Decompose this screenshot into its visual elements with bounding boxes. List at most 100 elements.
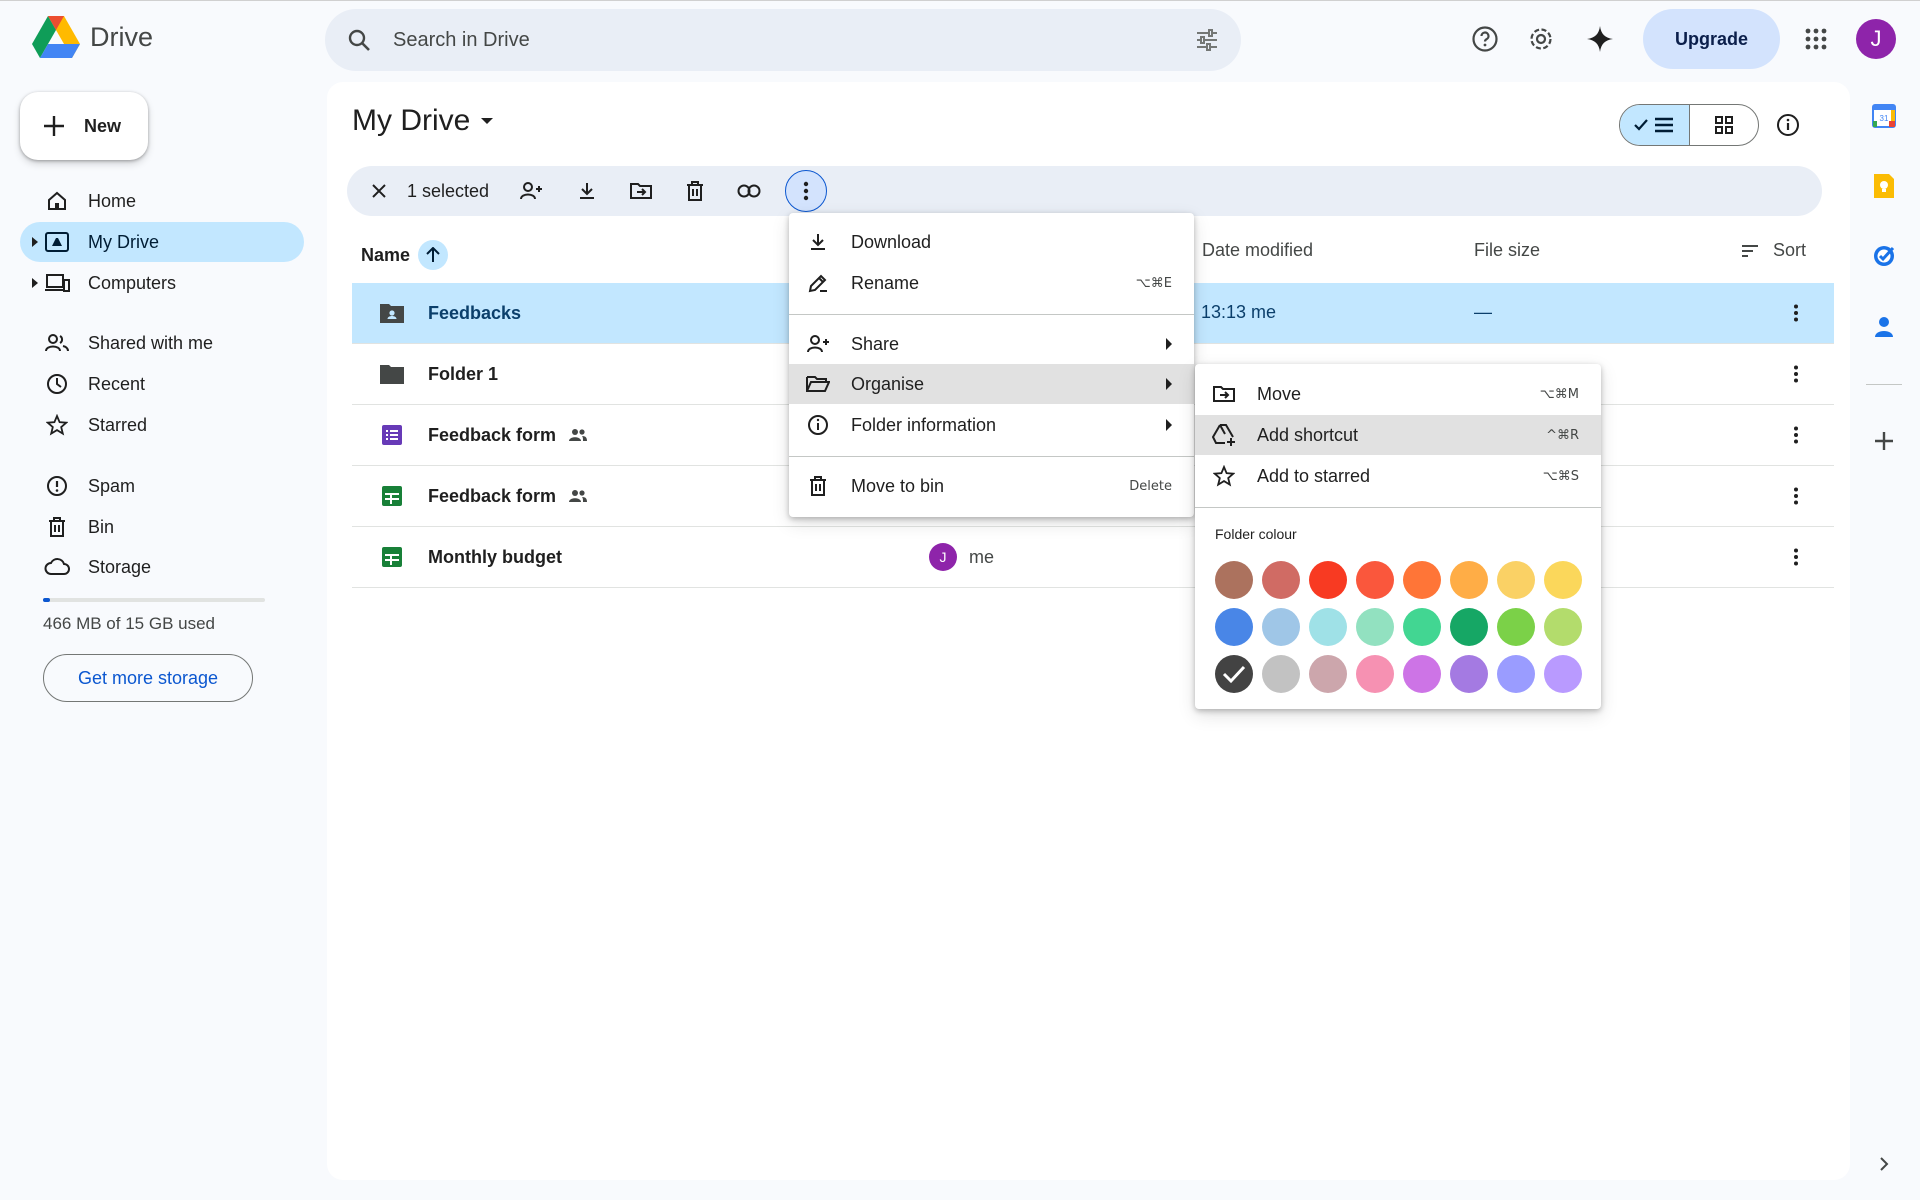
file-row[interactable]: Monthly budget — [352, 527, 1834, 588]
folder-colour-swatch[interactable] — [1309, 608, 1347, 646]
folder-colour-swatch[interactable] — [1450, 608, 1488, 646]
google-sheets-icon — [374, 546, 410, 568]
search-options-icon[interactable] — [1195, 28, 1219, 52]
folder-colour-swatch[interactable] — [1403, 561, 1441, 599]
sidebar-item-my-drive[interactable]: My Drive — [20, 222, 304, 262]
owner-name: me — [969, 546, 995, 567]
menu-item-add-shortcut[interactable]: Add shortcut ^⌘R — [1195, 415, 1601, 455]
owner-avatar: J — [929, 543, 957, 571]
delete-bin-icon[interactable] — [677, 173, 713, 209]
shared-people-icon — [44, 333, 70, 353]
folder-colour-swatch[interactable] — [1450, 655, 1488, 693]
more-actions-kebab-icon[interactable] — [785, 170, 828, 212]
folder-colour-swatch[interactable] — [1544, 608, 1582, 646]
tasks-icon[interactable] — [1866, 238, 1902, 274]
view-toggle[interactable] — [1619, 104, 1759, 146]
file-name[interactable]: Folder 1 — [428, 364, 498, 385]
file-name[interactable]: Monthly budget — [428, 547, 562, 568]
menu-item-download[interactable]: Download — [789, 222, 1194, 262]
share-add-person-icon[interactable] — [513, 173, 549, 209]
account-avatar[interactable]: J — [1856, 19, 1896, 59]
help-icon[interactable] — [1461, 15, 1509, 63]
get-more-storage-button[interactable]: Get more storage — [43, 654, 253, 702]
organise-submenu: Move ⌥⌘M Add shortcut ^⌘R Add to starred… — [1195, 364, 1601, 709]
new-button[interactable]: New — [20, 92, 148, 160]
page-title[interactable]: My Drive — [352, 104, 494, 138]
menu-item-move-to-bin[interactable]: Move to bin Delete — [789, 466, 1194, 506]
copy-link-icon[interactable] — [731, 173, 767, 209]
row-more-actions-kebab-icon[interactable] — [1782, 543, 1810, 571]
move-folder-icon[interactable] — [623, 173, 659, 209]
expand-panel-chevron-icon[interactable] — [1866, 1146, 1902, 1182]
sidebar-item-bin[interactable]: Bin — [20, 507, 304, 547]
details-info-icon[interactable] — [1768, 105, 1808, 145]
search-input[interactable]: Search in Drive — [393, 29, 1195, 52]
upgrade-button[interactable]: Upgrade — [1643, 9, 1780, 69]
folder-colour-swatch[interactable] — [1262, 655, 1300, 693]
contacts-icon[interactable] — [1866, 309, 1902, 345]
sort-button[interactable]: Sort — [1741, 240, 1806, 261]
folder-colour-swatch[interactable] — [1450, 561, 1488, 599]
file-name[interactable]: Feedbacks — [428, 303, 521, 324]
row-more-actions-kebab-icon[interactable] — [1782, 421, 1810, 449]
menu-item-organise[interactable]: Organise — [789, 364, 1194, 404]
sidebar-item-computers[interactable]: Computers — [20, 263, 304, 303]
expand-caret-icon[interactable] — [28, 237, 42, 247]
row-more-actions-kebab-icon[interactable] — [1782, 360, 1810, 388]
folder-colour-swatch[interactable] — [1356, 608, 1394, 646]
folder-colour-swatch[interactable] — [1215, 608, 1253, 646]
row-more-actions-kebab-icon[interactable] — [1782, 482, 1810, 510]
file-name[interactable]: Feedback form — [428, 486, 588, 507]
sidebar-item-recent[interactable]: Recent — [20, 364, 304, 404]
folder-colour-swatch[interactable] — [1544, 655, 1582, 693]
column-header-name[interactable]: Name — [361, 240, 449, 270]
file-name-text: Feedback form — [428, 424, 557, 445]
folder-colour-swatch[interactable] — [1262, 561, 1300, 599]
settings-gear-icon[interactable] — [1517, 15, 1565, 63]
row-more-actions-kebab-icon[interactable] — [1782, 299, 1810, 327]
storage-usage-bar — [43, 598, 265, 602]
sidebar-item-home[interactable]: Home — [20, 181, 304, 221]
folder-colour-swatch[interactable] — [1215, 655, 1253, 693]
folder-colour-swatch[interactable] — [1403, 608, 1441, 646]
column-header-date-modified[interactable]: Date modified — [1202, 240, 1313, 261]
keep-icon[interactable] — [1866, 168, 1902, 204]
download-icon[interactable] — [569, 173, 605, 209]
folder-colour-swatch[interactable] — [1309, 561, 1347, 599]
drive-logo[interactable]: Drive — [32, 16, 153, 58]
search-bar[interactable]: Search in Drive — [325, 9, 1241, 71]
menu-item-folder-information[interactable]: Folder information — [789, 405, 1194, 445]
sidebar-item-shared-with-me[interactable]: Shared with me — [20, 323, 304, 363]
expand-caret-icon[interactable] — [28, 278, 42, 288]
folder-colour-swatch[interactable] — [1497, 561, 1535, 599]
add-addon-plus-icon[interactable] — [1866, 423, 1902, 459]
list-view-button[interactable] — [1620, 105, 1690, 145]
sidebar-item-storage[interactable]: Storage — [20, 547, 304, 587]
menu-item-rename[interactable]: Rename ⌥⌘E — [789, 263, 1194, 303]
menu-item-move[interactable]: Move ⌥⌘M — [1195, 374, 1601, 414]
folder-colour-swatch[interactable] — [1403, 655, 1441, 693]
folder-colour-swatch[interactable] — [1262, 608, 1300, 646]
google-apps-icon[interactable] — [1792, 15, 1840, 63]
grid-view-button[interactable] — [1690, 105, 1759, 145]
sidebar-item-starred[interactable]: Starred — [20, 405, 304, 445]
gemini-sparkle-icon[interactable] — [1576, 15, 1624, 63]
menu-item-add-to-starred[interactable]: Add to starred ⌥⌘S — [1195, 456, 1601, 496]
folder-colour-swatch[interactable] — [1356, 561, 1394, 599]
shared-people-icon — [569, 490, 588, 502]
column-header-file-size[interactable]: File size — [1474, 240, 1540, 261]
folder-colour-swatch[interactable] — [1309, 655, 1347, 693]
folder-colour-swatch[interactable] — [1497, 608, 1535, 646]
svg-text:31: 31 — [1880, 114, 1889, 123]
folder-colour-swatch[interactable] — [1544, 561, 1582, 599]
folder-colour-swatch[interactable] — [1497, 655, 1535, 693]
search-icon[interactable] — [347, 28, 371, 52]
folder-colour-swatch[interactable] — [1215, 561, 1253, 599]
sort-ascending-arrow-icon[interactable] — [418, 240, 449, 270]
clear-selection-close-icon[interactable] — [361, 173, 397, 209]
sidebar-item-spam[interactable]: Spam — [20, 466, 304, 506]
menu-item-share[interactable]: Share — [789, 324, 1194, 364]
calendar-icon[interactable]: 31 — [1866, 98, 1902, 134]
file-name[interactable]: Feedback form — [428, 425, 588, 446]
folder-colour-swatch[interactable] — [1356, 655, 1394, 693]
